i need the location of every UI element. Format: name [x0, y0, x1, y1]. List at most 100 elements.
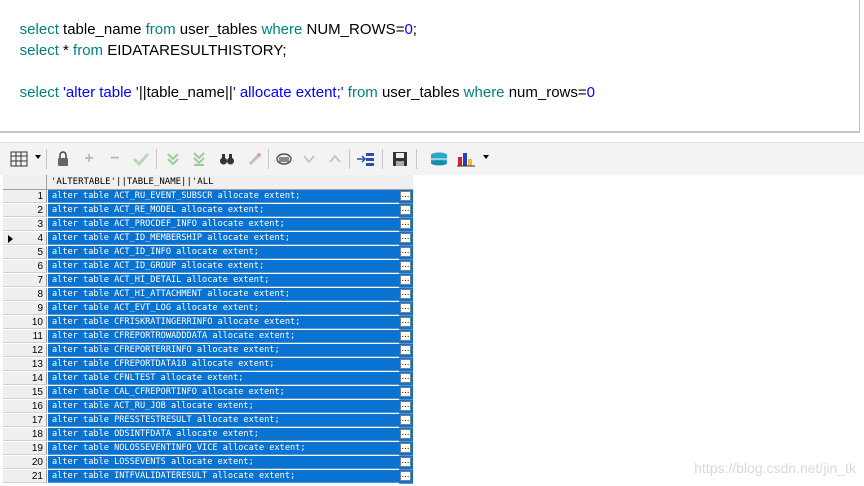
grid-cell[interactable]: alter table ACT_EVT_LOG allocate extent;	[48, 302, 399, 315]
grid-cell[interactable]: alter table ACT_RU_EVENT_SUBSCR allocate…	[48, 190, 399, 203]
row-number[interactable]: 10	[3, 316, 47, 329]
table-row[interactable]: 6 alter table ACT_ID_GROUP allocate exten…	[3, 260, 413, 274]
grid-cell[interactable]: alter table CFREPORTERRINFO allocate ext…	[48, 344, 399, 357]
grid-cell[interactable]: alter table CFREPORTROWADDDATA allocate …	[48, 330, 399, 343]
row-number[interactable]: 9	[3, 302, 47, 315]
ellipsis-icon[interactable]: …	[400, 205, 411, 215]
table-row[interactable]: 20 alter table LOSSEVENTS allocate extent…	[3, 456, 413, 470]
ellipsis-icon[interactable]: …	[400, 191, 411, 201]
grid-cell[interactable]: alter table ACT_RE_MODEL allocate extent…	[48, 204, 399, 217]
table-row[interactable]: 9 alter table ACT_EVT_LOG allocate extent…	[3, 302, 413, 316]
row-number[interactable]: 1	[3, 190, 47, 203]
grid-cell[interactable]: alter table ACT_HI_DETAIL allocate exten…	[48, 274, 399, 287]
sql-editor[interactable]: select table_name from user_tables where…	[0, 0, 860, 133]
grid-cell[interactable]: alter table LOSSEVENTS allocate extent;	[48, 456, 399, 469]
export-icon[interactable]	[356, 149, 376, 169]
grid-cell[interactable]: alter table ACT_ID_MEMBERSHIP allocate e…	[48, 232, 399, 245]
lock-icon[interactable]	[53, 149, 73, 169]
row-number[interactable]: 7	[3, 274, 47, 287]
ellipsis-icon[interactable]: …	[400, 331, 411, 341]
ellipsis-icon[interactable]: …	[400, 429, 411, 439]
ellipsis-icon[interactable]: …	[400, 373, 411, 383]
chart-dropdown-icon[interactable]	[483, 155, 489, 159]
ellipsis-icon[interactable]: …	[400, 345, 411, 355]
ellipsis-icon[interactable]: …	[400, 471, 411, 481]
ellipsis-icon[interactable]: …	[400, 401, 411, 411]
table-row[interactable]: 10 alter table CFRISKRATINGERRINFO alloca…	[3, 316, 413, 330]
ellipsis-icon[interactable]: …	[400, 443, 411, 453]
grid-cell[interactable]: alter table ODSINTFDATA allocate extent;	[48, 428, 399, 441]
ellipsis-icon[interactable]: …	[400, 359, 411, 369]
grid-view-icon[interactable]	[9, 149, 29, 169]
table-row[interactable]: 16 alter table ACT_RU_JOB allocate extent…	[3, 400, 413, 414]
row-number[interactable]: 18	[3, 428, 47, 441]
row-number[interactable]: 5	[3, 246, 47, 259]
table-row[interactable]: 5 alter table ACT_ID_INFO allocate extent…	[3, 246, 413, 260]
post-changes-icon[interactable]	[131, 149, 151, 169]
grid-cell[interactable]: alter table ACT_ID_INFO allocate extent;	[48, 246, 399, 259]
table-row[interactable]: 1 alter table ACT_RU_EVENT_SUBSCR allocat…	[3, 190, 413, 204]
grid-cell[interactable]: alter table CAL_CFREPORTINFO allocate ex…	[48, 386, 399, 399]
table-row[interactable]: 4 alter table ACT_ID_MEMBERSHIP allocate …	[3, 232, 413, 246]
column-header[interactable]: 'ALTERTABLE'||TABLE_NAME||'ALL	[51, 175, 214, 189]
row-number[interactable]: 8	[3, 288, 47, 301]
table-row[interactable]: 7 alter table ACT_HI_DETAIL allocate exte…	[3, 274, 413, 288]
row-number[interactable]: 12	[3, 344, 47, 357]
grid-cell[interactable]: alter table ACT_RU_JOB allocate extent;	[48, 400, 399, 413]
previous-record-icon[interactable]	[299, 149, 319, 169]
table-row[interactable]: 3 alter table ACT_PROCDEF_INFO allocate e…	[3, 218, 413, 232]
add-record-icon[interactable]: +	[79, 149, 99, 169]
grid-cell[interactable]: alter table CFRISKRATINGERRINFO allocate…	[48, 316, 399, 329]
clear-icon[interactable]	[245, 149, 265, 169]
ellipsis-icon[interactable]: …	[400, 387, 411, 397]
row-number[interactable]: 11	[3, 330, 47, 343]
row-number[interactable]: 21	[3, 470, 47, 483]
ellipsis-icon[interactable]: …	[400, 247, 411, 257]
chart-icon[interactable]	[456, 149, 476, 169]
row-number[interactable]: 6	[3, 260, 47, 273]
grid-cell[interactable]: alter table ACT_PROCDEF_INFO allocate ex…	[48, 218, 399, 231]
delete-record-icon[interactable]: −	[105, 149, 125, 169]
grid-cell[interactable]: alter table CFNLTEST allocate extent;	[48, 372, 399, 385]
ellipsis-icon[interactable]: …	[400, 457, 411, 467]
grid-view-dropdown-icon[interactable]	[35, 155, 41, 159]
table-row[interactable]: 2 alter table ACT_RE_MODEL allocate exten…	[3, 204, 413, 218]
table-row[interactable]: 21 alter table INTFVALIDATERESULT allocat…	[3, 470, 413, 484]
table-row[interactable]: 13 alter table CFREPORTDATA10 allocate ex…	[3, 358, 413, 372]
row-number[interactable]: 20	[3, 456, 47, 469]
grid-cell[interactable]: alter table NOLOSSEVENTINFO_VICE allocat…	[48, 442, 399, 455]
ellipsis-icon[interactable]: …	[400, 219, 411, 229]
ellipsis-icon[interactable]: …	[400, 289, 411, 299]
table-row[interactable]: 15 alter table CAL_CFREPORTINFO allocate …	[3, 386, 413, 400]
ellipsis-icon[interactable]: …	[400, 303, 411, 313]
ellipsis-icon[interactable]: …	[400, 415, 411, 425]
row-number[interactable]: 3	[3, 218, 47, 231]
row-number[interactable]: 19	[3, 442, 47, 455]
database-icon[interactable]	[429, 149, 449, 169]
row-number[interactable]: 15	[3, 386, 47, 399]
query-by-example-icon[interactable]	[274, 149, 294, 169]
row-number[interactable]: 2	[3, 204, 47, 217]
fetch-last-icon[interactable]	[189, 149, 209, 169]
row-number[interactable]: 17	[3, 414, 47, 427]
grid-cell[interactable]: alter table INTFVALIDATERESULT allocate …	[48, 470, 399, 483]
row-number[interactable]: 14	[3, 372, 47, 385]
table-row[interactable]: 17 alter table PRESSTESTRESULT allocate e…	[3, 414, 413, 428]
results-grid[interactable]: 'ALTERTABLE'||TABLE_NAME||'ALL 1 alter ta…	[3, 175, 413, 486]
ellipsis-icon[interactable]: …	[400, 233, 411, 243]
table-row[interactable]: 8 alter table ACT_HI_ATTACHMENT allocate …	[3, 288, 413, 302]
save-icon[interactable]	[390, 149, 410, 169]
row-number[interactable]: 13	[3, 358, 47, 371]
ellipsis-icon[interactable]: …	[400, 261, 411, 271]
table-row[interactable]: 12 alter table CFREPORTERRINFO allocate e…	[3, 344, 413, 358]
fetch-next-icon[interactable]	[163, 149, 183, 169]
table-row[interactable]: 14 alter table CFNLTEST allocate extent;…	[3, 372, 413, 386]
grid-cell[interactable]: alter table ACT_HI_ATTACHMENT allocate e…	[48, 288, 399, 301]
table-row[interactable]: 19 alter table NOLOSSEVENTINFO_VICE alloc…	[3, 442, 413, 456]
grid-cell[interactable]: alter table ACT_ID_GROUP allocate extent…	[48, 260, 399, 273]
table-row[interactable]: 11 alter table CFREPORTROWADDDATA allocat…	[3, 330, 413, 344]
ellipsis-icon[interactable]: …	[400, 317, 411, 327]
row-number[interactable]: 16	[3, 400, 47, 413]
ellipsis-icon[interactable]: …	[400, 275, 411, 285]
binoculars-icon[interactable]	[217, 149, 237, 169]
